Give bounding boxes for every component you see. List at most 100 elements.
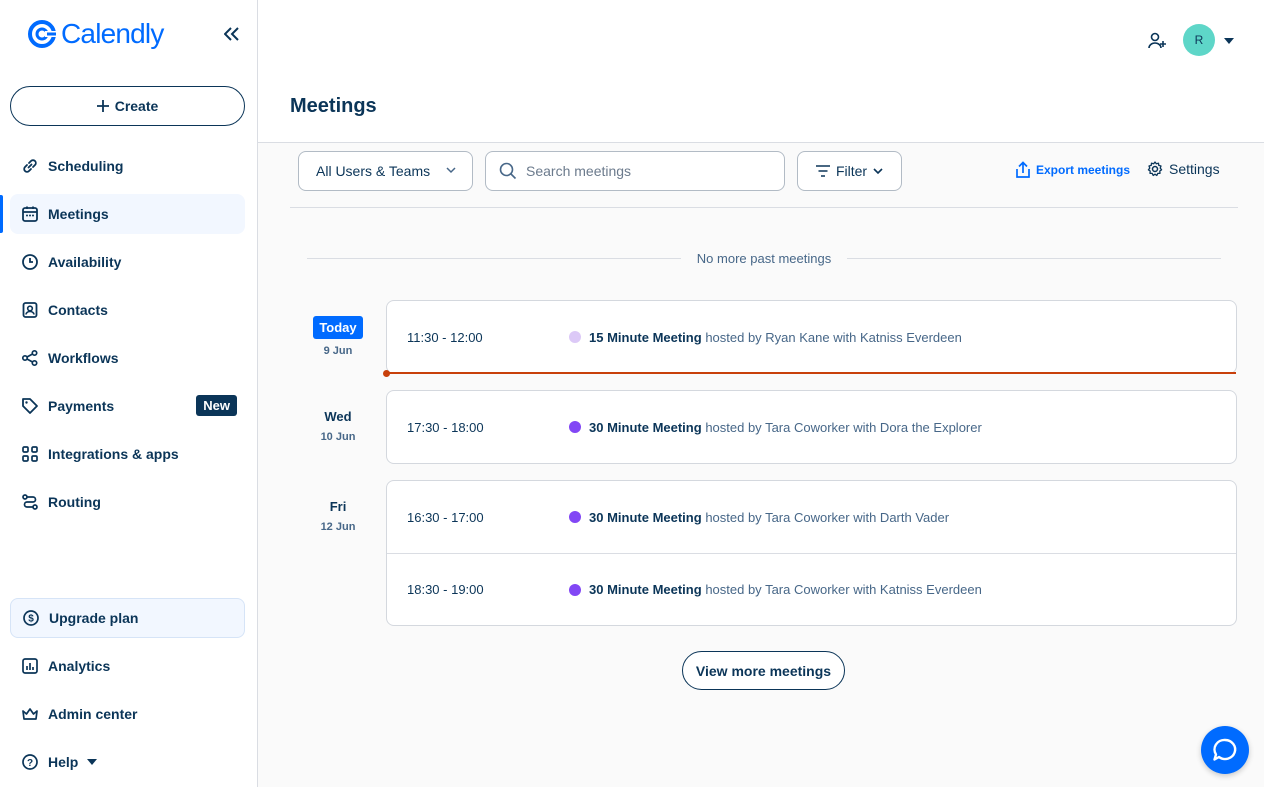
dropdown-value: All Users & Teams (316, 163, 431, 179)
meeting-row[interactable]: 11:30 - 12:00 15 Minute Meeting hosted b… (383, 301, 1236, 377)
date-label-fri: Fri 12 Jun (305, 499, 371, 533)
settings-label: Settings (1169, 161, 1220, 177)
event-color-dot (569, 331, 581, 343)
sidebar-nav: Scheduling Meetings Availability Contact… (10, 146, 245, 530)
sidebar-item-meetings[interactable]: Meetings (10, 194, 245, 234)
search-icon (499, 162, 517, 180)
meeting-detail: hosted by Tara Coworker with Dora the Ex… (705, 419, 982, 435)
search-box[interactable] (485, 151, 785, 191)
add-person-icon[interactable] (1146, 30, 1168, 52)
meeting-info: 15 Minute Meeting hosted by Ryan Kane wi… (589, 330, 962, 345)
export-icon (1016, 161, 1030, 178)
avatar[interactable]: R (1183, 24, 1215, 56)
meeting-info: 30 Minute Meeting hosted by Tara Coworke… (589, 420, 982, 435)
sidebar-item-label: Scheduling (48, 158, 124, 174)
sidebar-item-integrations[interactable]: Integrations & apps (10, 434, 245, 474)
dollar-icon: $ (23, 610, 39, 626)
settings-link[interactable]: Settings (1147, 161, 1220, 177)
sidebar-item-scheduling[interactable]: Scheduling (10, 146, 245, 186)
sidebar-item-contacts[interactable]: Contacts (10, 290, 245, 330)
divider-line (307, 257, 681, 259)
collapse-sidebar-button[interactable] (220, 24, 244, 44)
create-button[interactable]: Create (10, 86, 245, 126)
caret-down-icon (87, 759, 98, 765)
double-chevron-left-icon (224, 27, 239, 41)
day-date: 10 Jun (320, 431, 356, 443)
day-date: 12 Jun (320, 521, 356, 533)
sidebar-item-payments[interactable]: Payments New (10, 386, 245, 426)
meeting-card-fri: 16:30 - 17:00 30 Minute Meeting hosted b… (386, 480, 1237, 626)
event-color-dot (569, 511, 581, 523)
sidebar-item-analytics[interactable]: Analytics (10, 646, 245, 686)
current-time-line (387, 372, 1236, 374)
sidebar-item-help[interactable]: ? Help (10, 742, 245, 782)
crown-icon (22, 708, 38, 720)
caret-down-icon[interactable] (1223, 36, 1235, 46)
meeting-title: 30 Minute Meeting (589, 582, 702, 597)
active-indicator (0, 195, 3, 233)
meeting-row[interactable]: 17:30 - 18:00 30 Minute Meeting hosted b… (387, 391, 1236, 463)
meeting-row[interactable]: 18:30 - 19:00 30 Minute Meeting hosted b… (387, 553, 1236, 625)
sidebar-item-label: Analytics (48, 658, 111, 674)
export-meetings-link[interactable]: Export meetings (1015, 161, 1130, 179)
users-teams-dropdown[interactable]: All Users & Teams (298, 151, 473, 191)
routing-icon (22, 494, 38, 510)
plus-icon (96, 100, 109, 112)
sidebar-item-label: Admin center (48, 706, 138, 722)
sidebar: Calendly Create Scheduling Meetings Avai… (0, 0, 258, 787)
search-input[interactable] (526, 163, 766, 179)
meeting-row[interactable]: 16:30 - 17:00 30 Minute Meeting hosted b… (387, 481, 1236, 553)
sidebar-item-label: Help (48, 754, 79, 770)
sidebar-item-label: Meetings (48, 206, 109, 222)
apps-grid-icon (22, 446, 38, 462)
upgrade-label: Upgrade plan (49, 610, 139, 626)
no-more-past-divider: No more past meetings (307, 250, 1221, 266)
sidebar-item-label: Contacts (48, 302, 108, 318)
clock-icon (22, 254, 38, 270)
sidebar-item-label: Integrations & apps (48, 446, 179, 462)
meeting-time: 11:30 - 12:00 (407, 329, 483, 345)
no-more-past-text: No more past meetings (696, 250, 832, 266)
chat-launcher-button[interactable] (1201, 726, 1249, 774)
calendar-icon (22, 206, 38, 222)
event-color-dot (569, 421, 581, 433)
meeting-detail: hosted by Tara Coworker with Darth Vader (705, 509, 950, 525)
page-title: Meetings (290, 95, 377, 117)
meeting-card-today: 11:30 - 12:00 15 Minute Meeting hosted b… (383, 300, 1237, 377)
calendly-logo[interactable]: Calendly (27, 17, 164, 51)
sidebar-item-workflows[interactable]: Workflows (10, 338, 245, 378)
meeting-title: 30 Minute Meeting (589, 509, 702, 525)
meeting-info: 30 Minute Meeting hosted by Tara Coworke… (589, 510, 949, 525)
view-more-meetings-button[interactable]: View more meetings (682, 651, 845, 690)
meeting-time: 17:30 - 18:00 (407, 419, 484, 435)
svg-text:$: $ (28, 614, 34, 625)
help-icon: ? (22, 754, 38, 770)
meeting-detail: hosted by Ryan Kane with Katniss Everdee… (705, 329, 962, 345)
link-icon (23, 159, 37, 173)
meeting-title: 15 Minute Meeting (589, 329, 702, 345)
date-label-wed: Wed 10 Jun (305, 409, 371, 443)
workflow-icon (21, 349, 38, 367)
new-badge: New (196, 395, 237, 416)
meeting-time: 16:30 - 17:00 (407, 509, 484, 525)
sidebar-item-admin-center[interactable]: Admin center (10, 694, 245, 734)
logo-text: Calendly (61, 18, 164, 49)
calendly-logo-icon (28, 20, 57, 48)
sidebar-item-label: Availability (48, 254, 122, 270)
sidebar-bottom-nav: $ Upgrade plan Analytics Admin center ? … (10, 598, 245, 787)
today-badge: Today (313, 316, 363, 339)
day-date: 9 Jun (323, 345, 353, 357)
event-color-dot (569, 583, 581, 596)
sidebar-item-label: Workflows (48, 350, 119, 366)
contacts-icon (22, 302, 38, 318)
upgrade-plan-button[interactable]: $ Upgrade plan (10, 598, 245, 638)
sidebar-item-label: Payments (48, 398, 115, 414)
sidebar-item-routing[interactable]: Routing (10, 482, 245, 522)
filter-button[interactable]: Filter (797, 151, 902, 191)
sidebar-item-label: Routing (48, 494, 101, 510)
svg-text:?: ? (27, 758, 33, 769)
day-name: Wed (324, 409, 352, 424)
sidebar-item-availability[interactable]: Availability (10, 242, 245, 282)
page-header: Meetings R (258, 0, 1264, 143)
meeting-title: 30 Minute Meeting (589, 419, 702, 435)
